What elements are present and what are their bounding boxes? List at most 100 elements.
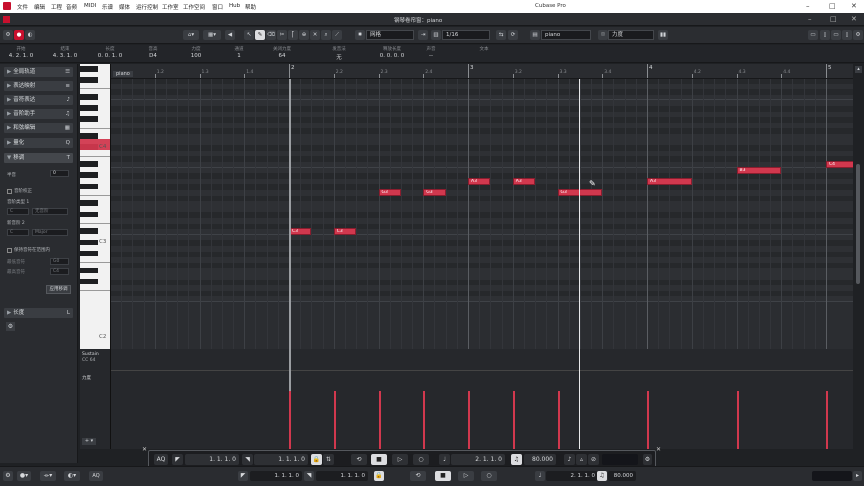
stop-icon[interactable]: ■ [371, 454, 387, 465]
minimize-icon[interactable]: – [806, 2, 810, 10]
scroll-thumb[interactable] [856, 164, 860, 284]
info-release-length[interactable]: 释放长度 0. 0. 0. 0 [372, 46, 412, 62]
acoustic-feedback-icon[interactable]: ⌂▾ [183, 30, 199, 40]
black-key[interactable] [80, 239, 98, 246]
transport-settings-icon[interactable]: ⚙ [643, 454, 652, 465]
menu-workspaces[interactable]: 工作空间 [183, 3, 205, 11]
velocity-bar[interactable] [557, 391, 560, 449]
menu-edit[interactable]: 编辑 [34, 3, 45, 11]
precount-icon[interactable]: ▵ [576, 454, 587, 465]
inspector-note-expression[interactable]: ▶ 音符表达 ♪ [4, 95, 73, 105]
info-articulation[interactable]: 发音法无 [319, 46, 359, 62]
status-record-mode-icon[interactable]: ●▾ [17, 471, 31, 481]
black-key[interactable] [80, 211, 98, 218]
solo-icon[interactable]: ◐ [25, 30, 35, 40]
apply-quantize-icon[interactable]: ⇆ [496, 30, 506, 40]
velocity-bar[interactable] [512, 391, 515, 449]
black-key[interactable] [80, 94, 98, 100]
status-position[interactable]: 2. 1. 1. 0 [546, 471, 598, 481]
record-button-icon[interactable]: ○ [413, 454, 429, 465]
left-locator-icon[interactable]: ◤ [172, 454, 183, 465]
status-right-locator-icon[interactable]: ◥ [304, 471, 314, 481]
pointer-tool-icon[interactable]: ↖ [244, 30, 254, 40]
velocity-bar[interactable] [468, 391, 470, 449]
midi-note[interactable]: G3 [423, 189, 446, 196]
velocity-bar[interactable] [736, 391, 739, 449]
status-output-icon[interactable]: ▸ [853, 471, 862, 481]
black-key[interactable] [80, 161, 98, 167]
vertical-scrollbar[interactable]: ▴ [853, 64, 864, 449]
velocity-bar[interactable] [647, 391, 649, 449]
levels-icon[interactable]: ▮▮ [658, 30, 668, 40]
show-info-icon[interactable]: ▦▾ [203, 30, 221, 40]
lock-icon[interactable]: 🔒 [311, 454, 322, 465]
velocity-bar[interactable] [333, 391, 336, 449]
status-tempo[interactable]: 80.000 [608, 471, 636, 481]
black-key[interactable] [80, 116, 98, 122]
snap-to-zero-icon[interactable]: ⇥ [418, 30, 428, 40]
cycle-icon[interactable]: ⟲ [351, 454, 367, 465]
status-left-locator-icon[interactable]: ◤ [238, 471, 248, 481]
keep-in-range-checkbox[interactable] [7, 248, 12, 253]
status-settings-icon[interactable]: ⚙ [3, 471, 13, 481]
info-text[interactable]: 文本 [464, 46, 504, 62]
punch-icon[interactable]: ⇅ [323, 454, 334, 465]
info-pitch[interactable]: 音高 D4 [133, 46, 173, 62]
highest-note-field[interactable]: C4 [50, 268, 69, 275]
menu-studio[interactable]: 工作室 [162, 3, 179, 11]
add-lane-icon[interactable]: + ▾ [82, 438, 96, 445]
inspector-expression-map[interactable]: ▶ 表达映射 ≡ [4, 81, 73, 91]
velocity-bar[interactable] [289, 391, 291, 449]
chord-select[interactable]: 力度 [608, 30, 654, 40]
info-velocity[interactable]: 力度 100 [176, 46, 216, 62]
inspector-settings-icon[interactable]: ⚙ [6, 322, 15, 331]
metronome-icon[interactable]: ♩ [439, 454, 450, 465]
black-key[interactable] [80, 267, 98, 274]
controller-lane[interactable] [111, 349, 853, 449]
midi-note[interactable]: C4 [826, 161, 853, 168]
info-channel[interactable]: 通道 1 [219, 46, 259, 62]
settings-icon[interactable]: ⚙ [3, 30, 13, 40]
menu-score[interactable]: 乐谱 [102, 3, 113, 11]
velocity-bar[interactable] [826, 391, 828, 449]
click-icon[interactable]: ♪ [564, 454, 575, 465]
inspector-quantize[interactable]: ▶ 量化 Q [4, 138, 73, 148]
status-snap-icon[interactable]: ◐▾ [64, 471, 80, 481]
status-marker-icon[interactable]: ⟛▾ [40, 471, 56, 481]
snap-mode-select[interactable]: 网格 [366, 30, 414, 40]
midi-note[interactable]: A3 [647, 177, 692, 185]
transpose-stepper[interactable]: 0 [50, 170, 69, 177]
record-icon[interactable]: ● [14, 30, 24, 40]
black-key[interactable] [80, 66, 98, 72]
inspector-scale-assistant[interactable]: ▶ 音阶助手 ♫ [4, 109, 73, 119]
close-transport-right-icon[interactable]: ✕ [656, 446, 661, 453]
tempo-icon[interactable]: ♫ [511, 454, 522, 465]
line-tool-icon[interactable]: ⟋ [332, 30, 342, 40]
midi-note[interactable]: A3 [512, 177, 536, 185]
menu-window[interactable]: 窗口 [212, 3, 223, 11]
tempo-field[interactable]: 80.000 [524, 454, 556, 465]
quantize-icon[interactable]: ▥ [431, 30, 441, 40]
trim-tool-icon[interactable]: ✂ [277, 30, 287, 40]
black-key[interactable] [80, 228, 98, 234]
black-key[interactable] [80, 172, 98, 178]
status-play-icon[interactable]: ▷ [458, 471, 474, 481]
info-voice[interactable]: 声音 -- [411, 46, 451, 62]
window-layout-icon[interactable]: ▭ [808, 30, 818, 40]
black-key[interactable] [80, 278, 98, 285]
position-field[interactable]: 2. 1. 1. 0 [451, 454, 505, 465]
tempo-track-icon[interactable]: ⊘ [588, 454, 599, 465]
panel-right-icon[interactable]: ▯ [842, 30, 852, 40]
apply-transpose-button[interactable]: 应用移调 [46, 285, 71, 294]
menu-file[interactable]: 文件 [17, 3, 28, 11]
status-record-icon[interactable]: ○ [481, 471, 497, 481]
black-key[interactable] [80, 77, 98, 83]
inspector-global-tracks[interactable]: ▶ 全局轨道 ☰ [4, 67, 73, 77]
lane-sustain-label[interactable]: Sustain [82, 352, 99, 357]
chord-icon[interactable]: ☉ [598, 30, 608, 40]
erase-tool-icon[interactable]: ⌫ [266, 30, 276, 40]
lane-velocity-label[interactable]: 力度 [82, 375, 91, 381]
glue-tool-icon[interactable]: ⊕ [299, 30, 309, 40]
midi-note[interactable]: A3 [468, 177, 491, 185]
snap-icon[interactable]: ✸ [355, 30, 365, 40]
